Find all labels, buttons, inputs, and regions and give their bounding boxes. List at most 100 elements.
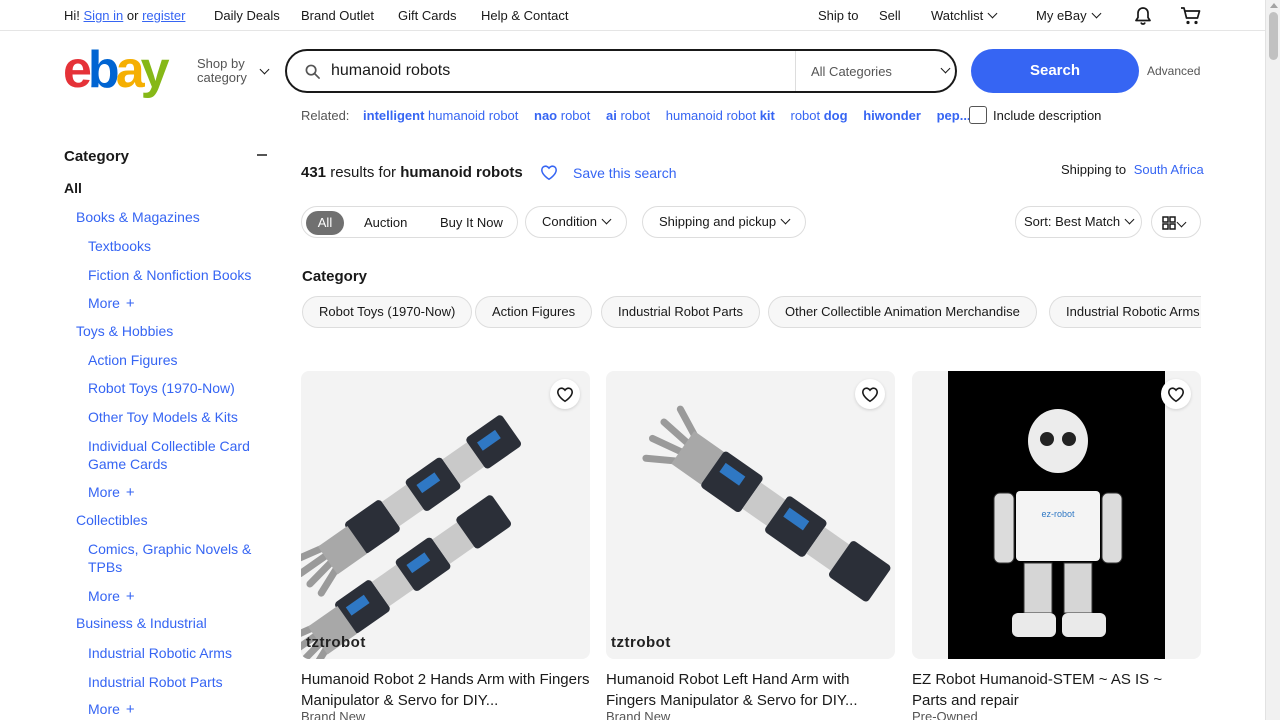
sidebar-item-textbooks[interactable]: Textbooks <box>88 237 151 255</box>
brand-outlet-link[interactable]: Brand Outlet <box>301 8 374 23</box>
daily-deals-link[interactable]: Daily Deals <box>214 8 280 23</box>
page-scrollbar[interactable] <box>1265 0 1280 720</box>
watchlist-label: Watchlist <box>931 8 984 23</box>
related-bold: kit <box>759 108 775 123</box>
chevron-down-icon <box>940 63 951 74</box>
related-link[interactable]: ai robot <box>606 108 650 123</box>
sidebar-item-action-figures[interactable]: Action Figures <box>88 351 177 369</box>
related-link[interactable]: intelligent humanoid robot <box>363 108 518 123</box>
related-link[interactable]: hiwonder <box>863 108 921 123</box>
top-nav: Hi! Sign in or register Daily Deals Bran… <box>0 0 1265 31</box>
sort-dropdown[interactable]: Sort: Best Match <box>1015 206 1143 238</box>
heart-icon <box>861 387 879 403</box>
my-ebay-menu[interactable]: My eBay <box>1036 8 1102 23</box>
advanced-search-link[interactable]: Advanced <box>1147 64 1200 78</box>
category-pill[interactable]: Robot Toys (1970-Now) <box>302 296 473 328</box>
shipping-label: Shipping to <box>1061 162 1127 177</box>
sidebar-item-fiction[interactable]: Fiction & Nonfiction Books <box>88 266 251 284</box>
ship-to-link[interactable]: Ship to <box>818 8 858 23</box>
watch-button[interactable] <box>855 379 885 409</box>
sidebar-more-button[interactable]: More + <box>88 588 135 605</box>
sign-in-link[interactable]: Sign in <box>84 8 124 23</box>
sidebar-item-robot-toys[interactable]: Robot Toys (1970-Now) <box>88 379 235 397</box>
sidebar-item-robotic-arms[interactable]: Industrial Robotic Arms <box>88 644 232 662</box>
listing-image[interactable]: tztrobot <box>301 371 590 659</box>
related-link[interactable]: robot dog <box>790 108 847 123</box>
sidebar-item-books[interactable]: Books & Magazines <box>76 208 200 226</box>
chevron-down-icon <box>780 214 791 225</box>
sidebar-item-business[interactable]: Business & Industrial <box>76 614 207 632</box>
search-icon <box>305 64 320 79</box>
search-button[interactable]: Search <box>971 49 1139 93</box>
category-pill[interactable]: Industrial Robot Parts <box>601 296 761 328</box>
shop-by-category-button[interactable]: Shop by category <box>197 57 247 85</box>
sidebar-item-all[interactable]: All <box>64 180 82 196</box>
save-search-link[interactable]: Save this search <box>573 165 677 181</box>
listing-condition: Brand New <box>606 709 671 720</box>
watch-button[interactable] <box>1161 379 1191 409</box>
format-all-button[interactable]: All <box>306 211 344 235</box>
watchlist-menu[interactable]: Watchlist <box>931 8 998 23</box>
related-rest: robot <box>616 108 651 123</box>
sidebar-item-toy-models[interactable]: Other Toy Models & Kits <box>88 408 238 426</box>
register-link[interactable]: register <box>142 8 185 23</box>
robot-arms-image <box>301 415 522 659</box>
bell-icon[interactable] <box>1133 6 1153 26</box>
scrollbar-thumb[interactable] <box>1269 12 1278 60</box>
chevron-down-icon <box>601 214 612 225</box>
related-link[interactable]: nao robot <box>534 108 590 123</box>
shipping-location: Shipping to South Africa <box>1061 162 1204 177</box>
sidebar-more-button[interactable]: More + <box>88 701 135 718</box>
shipping-filter-label: Shipping and pickup <box>659 214 777 229</box>
plus-icon: + <box>125 295 135 312</box>
cart-icon[interactable] <box>1180 6 1202 26</box>
shipping-filter[interactable]: Shipping and pickup <box>642 206 807 238</box>
view-toggle[interactable] <box>1151 206 1201 238</box>
help-contact-link[interactable]: Help & Contact <box>481 8 568 23</box>
sidebar-item-robot-parts[interactable]: Industrial Robot Parts <box>88 673 223 691</box>
listing-condition: Brand New <box>301 709 366 720</box>
watch-button[interactable] <box>550 379 580 409</box>
listing-title[interactable]: Humanoid Robot 2 Hands Arm with Fingers … <box>301 669 590 711</box>
category-pill[interactable]: Action Figures <box>475 296 593 328</box>
or-text: or <box>126 8 139 23</box>
category-pill[interactable]: Industrial Robotic Arms <box>1049 296 1201 328</box>
ebay-logo[interactable]: ebay <box>63 44 170 96</box>
category-select[interactable]: All Categories <box>811 64 892 79</box>
chevron-down-icon <box>1176 217 1187 228</box>
shipping-country-link[interactable]: South Africa <box>1134 162 1204 177</box>
condition-filter[interactable]: Condition <box>525 206 627 238</box>
search-input[interactable]: humanoid robots <box>331 62 450 80</box>
related-bold: intelligent <box>363 108 425 123</box>
heart-icon <box>1167 387 1185 403</box>
sidebar-more-button[interactable]: More + <box>88 484 135 501</box>
sidebar-more-button[interactable]: More + <box>88 295 135 312</box>
scroll-up-arrow-icon[interactable] <box>1270 3 1278 8</box>
listing-title[interactable]: EZ Robot Humanoid-STEM ~ AS IS ~ Parts a… <box>912 669 1201 711</box>
format-buy-it-now-button[interactable]: Buy It Now <box>440 215 503 230</box>
format-auction-button[interactable]: Auction <box>364 215 407 230</box>
listing-image[interactable]: tztrobot <box>606 371 895 659</box>
listing-watermark: tztrobot <box>611 634 671 651</box>
results-count: 431 results for humanoid robots <box>301 164 523 181</box>
listing-image[interactable]: ez-robot <box>912 371 1201 659</box>
include-description-checkbox[interactable] <box>969 106 987 124</box>
chevron-down-icon <box>1091 8 1102 19</box>
sell-link[interactable]: Sell <box>879 8 901 23</box>
sidebar-item-card-games[interactable]: Individual Collectible Card Game Cards <box>88 437 263 473</box>
sidebar-item-toys[interactable]: Toys & Hobbies <box>76 322 173 340</box>
heart-icon[interactable] <box>540 164 558 181</box>
related-link[interactable]: humanoid robot kit <box>666 108 775 123</box>
related-bold: dog <box>823 108 848 123</box>
sidebar-item-collectibles[interactable]: Collectibles <box>76 511 148 529</box>
related-link[interactable]: pep... <box>937 108 971 123</box>
collapse-icon[interactable] <box>257 154 267 156</box>
shop-by-line1: Shop by <box>197 56 245 71</box>
related-bold: hiwonder <box>863 108 921 123</box>
greeting-text: Hi! <box>64 8 80 23</box>
listing-title[interactable]: Humanoid Robot Left Hand Arm with Finger… <box>606 669 895 711</box>
gift-cards-link[interactable]: Gift Cards <box>398 8 457 23</box>
sidebar-item-comics[interactable]: Comics, Graphic Novels & TPBs <box>88 540 263 576</box>
category-pill[interactable]: Other Collectible Animation Merchandise <box>768 296 1037 328</box>
sidebar-heading: Category <box>64 148 130 165</box>
